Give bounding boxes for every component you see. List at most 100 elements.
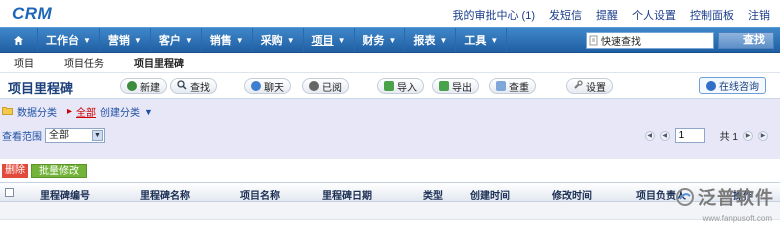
nav-item-label: 营销 (107, 35, 130, 47)
chevron-down-icon: ▼ (337, 35, 346, 45)
eye-icon (309, 81, 319, 91)
chat-bubble-icon (251, 81, 261, 91)
add-icon (127, 81, 137, 91)
batch-edit-button[interactable]: 批量修改 (31, 163, 87, 178)
chevron-down-icon: ▼ (184, 35, 193, 45)
personal-settings-link[interactable]: 个人设置 (632, 7, 676, 23)
watermark: 泛普软件 (675, 184, 774, 210)
chevron-down-icon: ▼ (388, 35, 397, 45)
next-page-icon[interactable]: ▶ (743, 130, 753, 141)
column-header[interactable]: 里程碑日期 (322, 187, 372, 202)
nav-item-marketing[interactable]: 营销 ▼ (100, 28, 151, 52)
quick-search: 查找 (586, 32, 774, 49)
last-page-icon[interactable]: ▶ (758, 130, 768, 141)
scope-row: 查看范围 全部 ▼ (2, 128, 105, 143)
app-logo: CRM (12, 4, 53, 23)
toolbar: 项目里程碑 新建 查找 聊天 已阅 导入 导出 查重 设置 在线咨询 (0, 73, 780, 99)
dedupe-button[interactable]: 查重 (489, 78, 536, 94)
home-icon (14, 35, 23, 45)
quick-search-input[interactable] (586, 32, 714, 49)
nav-item-reports[interactable]: 报表 ▼ (405, 28, 457, 52)
control-panel-link[interactable]: 控制面板 (690, 7, 734, 23)
watermark-title: 泛普软件 (698, 188, 774, 208)
logout-link[interactable]: 注销 (748, 7, 770, 23)
export-icon (439, 81, 449, 91)
nav-item-purchase[interactable]: 采购 ▼ (253, 28, 304, 52)
export-button[interactable]: 导出 (432, 78, 479, 94)
column-header[interactable]: 里程碑编号 (40, 187, 90, 202)
import-button[interactable]: 导入 (377, 78, 424, 94)
nav-item-customer[interactable]: 客户 ▼ (151, 28, 202, 52)
online-consult-label: 在线咨询 (719, 82, 759, 93)
read-button[interactable]: 已阅 (302, 78, 349, 94)
page-number-input[interactable] (674, 128, 705, 143)
column-header[interactable]: 里程碑名称 (140, 187, 190, 202)
scope-label: 查看范围 (2, 132, 42, 143)
column-header[interactable]: 创建时间 (470, 187, 510, 202)
reminder-link[interactable]: 提醒 (596, 7, 618, 23)
chevron-down-icon: ▼ (133, 35, 142, 45)
subnav-item-milestone[interactable]: 项目里程碑 (134, 55, 184, 70)
category-all[interactable]: 全部 (76, 104, 96, 119)
folder-icon (2, 106, 13, 118)
nav-item-label: 客户 (158, 35, 181, 47)
chat-button[interactable]: 聊天 (244, 78, 291, 94)
top-links: 我的审批中心 (1) 发短信 提醒 个人设置 控制面板 注销 (453, 7, 771, 23)
nav-item-project[interactable]: 项目 ▼ (304, 28, 355, 52)
home-button[interactable] (0, 28, 38, 52)
online-consult-button[interactable]: 在线咨询 (699, 77, 766, 94)
page-title: 项目里程碑 (8, 81, 74, 96)
chat-button-label: 聊天 (264, 82, 284, 94)
nav-item-label: 工作台 (46, 35, 79, 47)
new-button-label: 新建 (140, 82, 160, 94)
nav-item-sales[interactable]: 销售 ▼ (202, 28, 253, 52)
settings-button[interactable]: 设置 (566, 78, 613, 94)
first-page-icon[interactable]: ◀ (644, 130, 655, 141)
prev-page-icon[interactable]: ◀ (659, 130, 670, 141)
nav-item-tools[interactable]: 工具 ▼ (456, 28, 508, 52)
headset-icon (706, 80, 716, 91)
chevron-down-icon: ▼ (439, 35, 448, 45)
subnav-item-project[interactable]: 项目 (14, 55, 34, 70)
nav-item-workbench[interactable]: 工作台 ▼ (38, 28, 100, 52)
nav-item-label: 项目 (311, 35, 334, 47)
magnifier-icon (177, 79, 187, 93)
page-total: 共 1 (719, 132, 738, 143)
watermark-url: www.fanpusoft.com (702, 214, 772, 223)
nav-item-label: 采购 (260, 35, 283, 47)
dedupe-button-label: 查重 (509, 82, 529, 94)
nav-item-label: 工具 (464, 35, 487, 47)
select-all-checkbox[interactable] (5, 188, 14, 197)
new-button[interactable]: 新建 (120, 78, 167, 94)
approval-center-link[interactable]: 我的审批中心 (1) (453, 7, 536, 23)
nav-item-label: 财务 (362, 35, 385, 47)
scope-select[interactable]: 全部 ▼ (45, 128, 105, 143)
dropdown-arrow-icon: ▼ (92, 130, 103, 141)
subnav-item-project-task[interactable]: 项目任务 (64, 55, 104, 70)
column-header[interactable]: 修改时间 (552, 187, 592, 202)
main-nav: 工作台▼ 营销▼ 客户▼ 销售▼ 采购▼ 项目▼ 财务▼ 报表▼ 工具▼ 查找 (0, 27, 780, 53)
table-body-empty (0, 202, 780, 220)
find-button[interactable]: 查找 (170, 78, 217, 94)
search-icon (589, 35, 598, 46)
fanpu-logo-icon (675, 187, 695, 207)
create-category-link[interactable]: 创建分类 (100, 104, 140, 119)
chevron-down-icon: ▼ (235, 35, 244, 45)
chevron-down-icon[interactable]: ▼ (144, 107, 153, 117)
column-header[interactable]: 类型 (423, 187, 443, 202)
send-sms-link[interactable]: 发短信 (549, 7, 582, 23)
read-button-label: 已阅 (322, 82, 342, 94)
action-row: 删除 批量修改 (0, 162, 780, 179)
pager: ◀ ◀ 共 1 ▶ ▶ (644, 128, 768, 143)
find-button-label: 查找 (190, 82, 210, 94)
column-header[interactable]: 项目名称 (240, 187, 280, 202)
chevron-down-icon: ▼ (286, 35, 295, 45)
chevron-down-icon: ▼ (490, 35, 499, 45)
search-button[interactable]: 查找 (718, 32, 774, 49)
data-category-label: 数据分类 (17, 108, 57, 119)
sub-nav: 项目 项目任务 项目里程碑 (0, 53, 780, 73)
delete-button[interactable]: 删除 (2, 163, 28, 178)
nav-item-finance[interactable]: 财务 ▼ (355, 28, 406, 52)
wrench-icon (573, 79, 583, 93)
arrow-icon: ▸ (67, 106, 73, 117)
